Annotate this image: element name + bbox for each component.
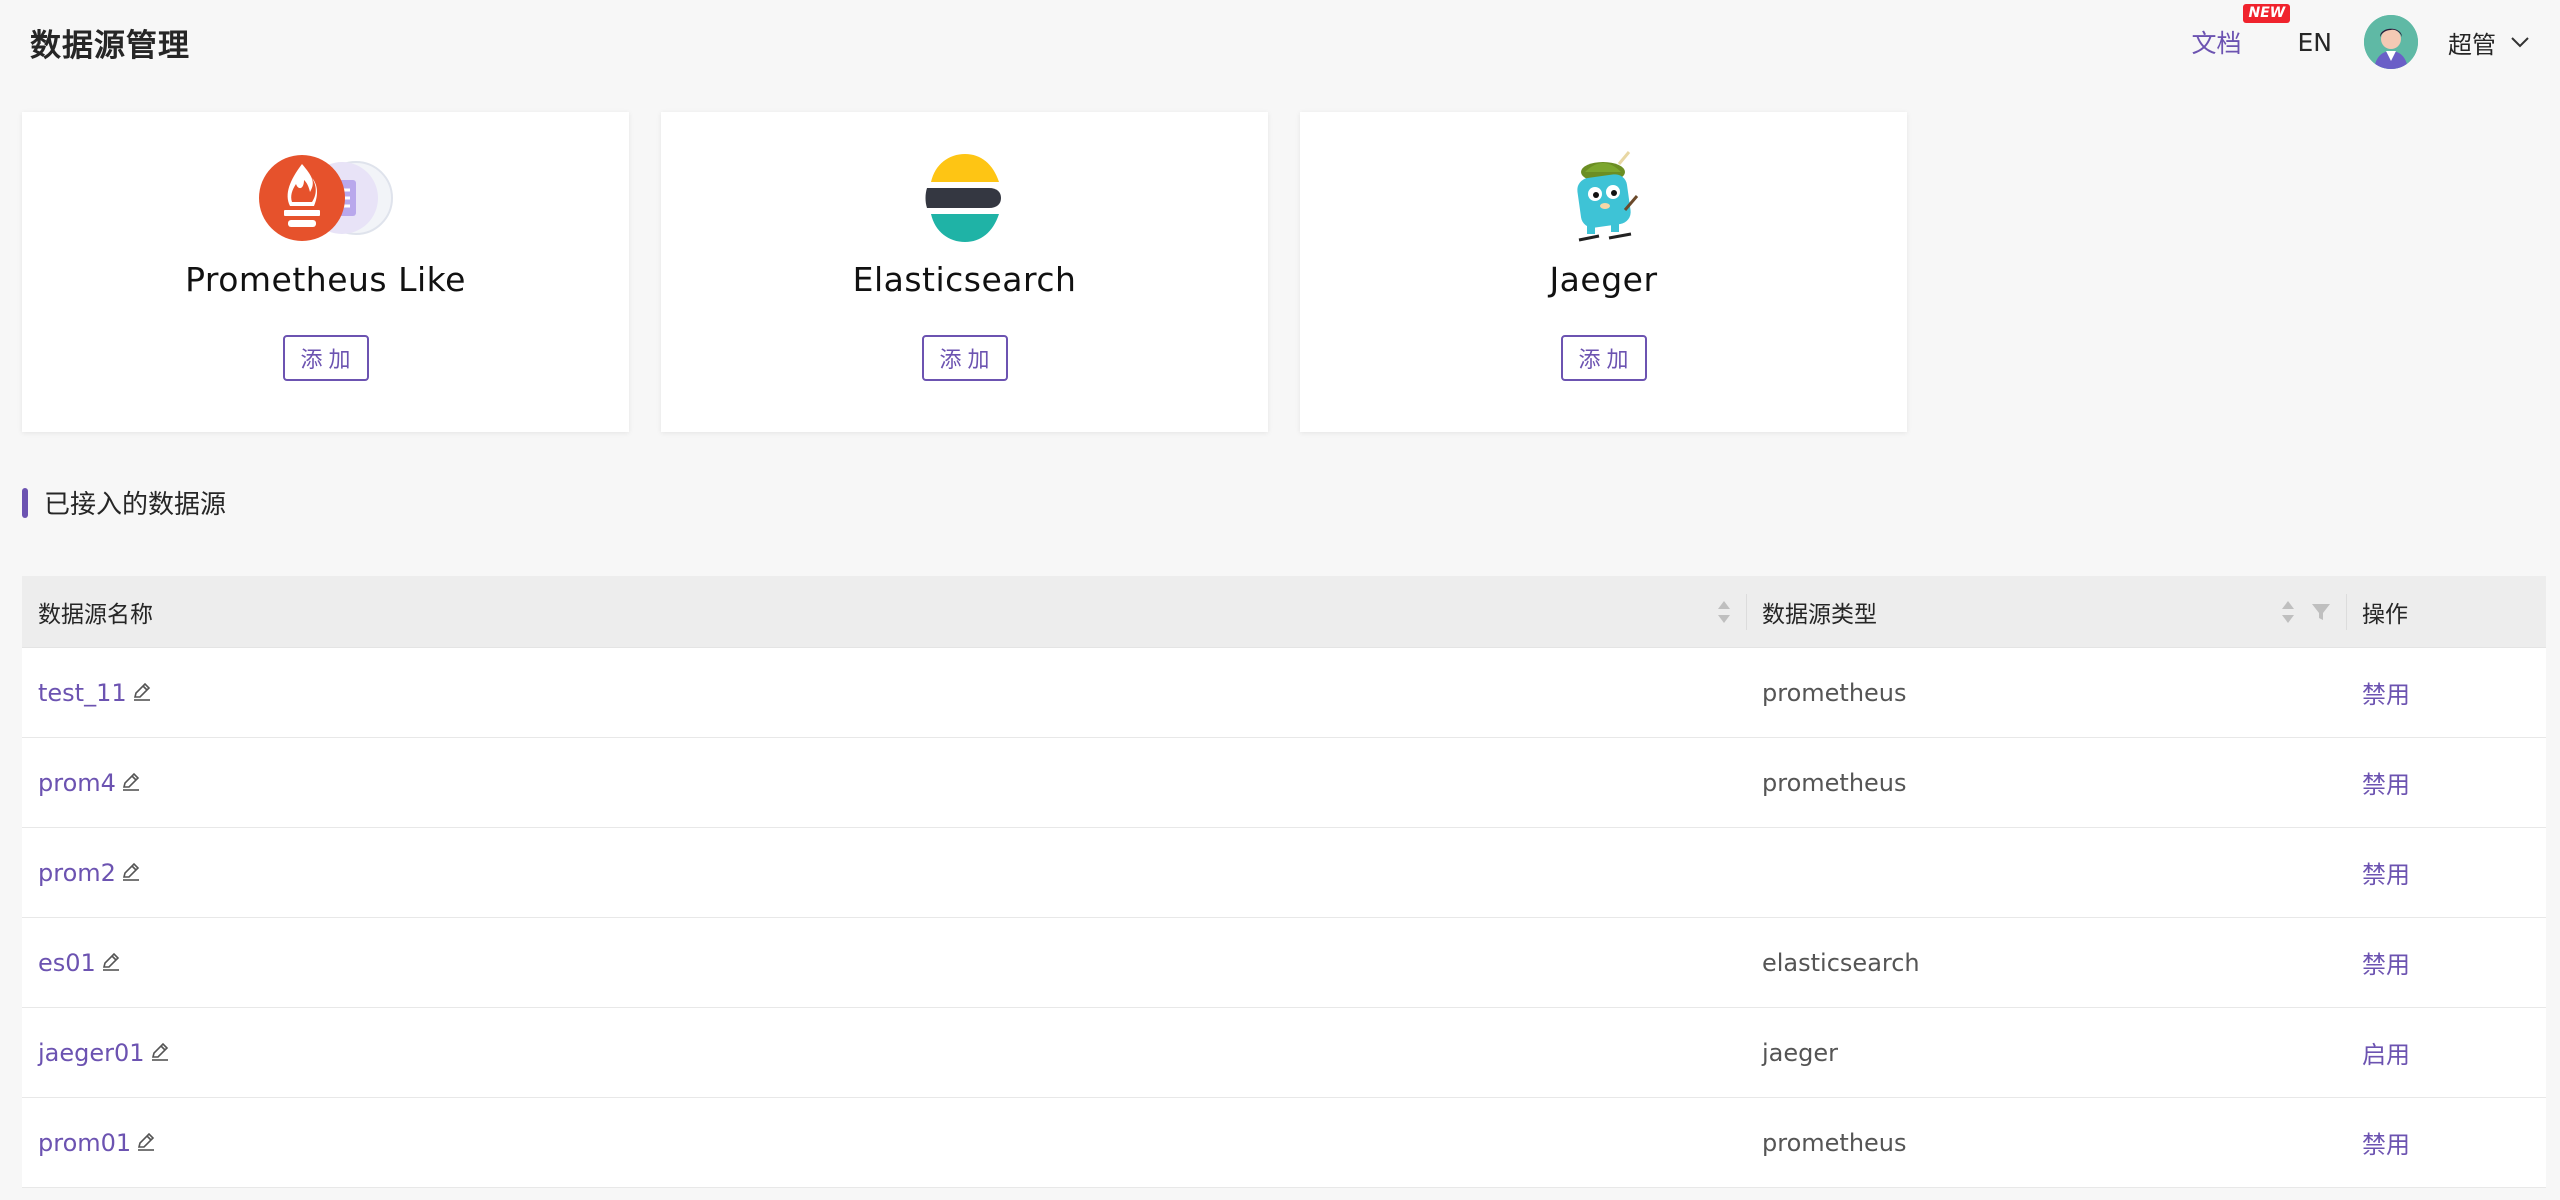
user-name[interactable]: 超管 [2448, 25, 2496, 60]
toggle-action-link[interactable]: 禁用 [2362, 1131, 2410, 1159]
table-row: es01 elasticsearch 禁用 [22, 918, 2546, 1008]
card-title: Jaeger [1549, 260, 1658, 299]
column-header-name[interactable]: 数据源名称 [22, 576, 1746, 647]
datasource-type-cards: Prometheus Like 添加 Elasticsearch 添加 Jaeg… [22, 112, 1907, 432]
elasticsearch-logo [917, 150, 1013, 246]
toggle-action-link[interactable]: 启用 [2362, 1041, 2410, 1069]
datasource-name-link[interactable]: prom2 [38, 859, 116, 887]
datasource-type: prometheus [1762, 768, 1907, 797]
card-title: Elasticsearch [852, 260, 1077, 299]
table-row: prom2 禁用 [22, 828, 2546, 918]
column-header-label: 数据源名称 [38, 601, 153, 628]
edit-icon[interactable] [149, 1040, 171, 1062]
add-prometheus-button[interactable]: 添加 [282, 335, 369, 381]
toggle-action-link[interactable]: 禁用 [2362, 771, 2410, 799]
section-heading: 已接入的数据源 [22, 484, 226, 521]
toggle-action-link[interactable]: 禁用 [2362, 861, 2410, 889]
datasource-name-link[interactable]: es01 [38, 949, 96, 977]
table-row: prom4 prometheus 禁用 [22, 738, 2546, 828]
new-badge: NEW [2243, 4, 2291, 23]
datasource-name-link[interactable]: prom01 [38, 1129, 131, 1157]
column-header-label: 操作 [2362, 601, 2408, 628]
table-row: prom01 prometheus 禁用 [22, 1098, 2546, 1188]
avatar[interactable] [2364, 15, 2418, 69]
section-accent-bar [22, 487, 28, 518]
sort-icon[interactable] [1716, 598, 1732, 626]
datasource-type: prometheus [1762, 1128, 1907, 1157]
datasource-name-link[interactable]: prom4 [38, 769, 116, 797]
column-header-type[interactable]: 数据源类型 [1746, 576, 2346, 647]
toggle-action-link[interactable]: 禁用 [2362, 951, 2410, 979]
column-divider [1746, 594, 1747, 630]
column-divider [2346, 594, 2347, 630]
card-prometheus: Prometheus Like 添加 [22, 112, 629, 432]
card-title: Prometheus Like [185, 260, 466, 299]
column-header-action: 操作 [2346, 576, 2546, 647]
table-row: test_11 prometheus 禁用 [22, 648, 2546, 738]
datasource-type: prometheus [1762, 678, 1907, 707]
toggle-action-link[interactable]: 禁用 [2362, 681, 2410, 709]
edit-icon[interactable] [120, 860, 142, 882]
avatar-icon [2364, 15, 2418, 69]
edit-icon[interactable] [135, 1130, 157, 1152]
prometheus-logo [246, 150, 406, 246]
docs-link[interactable]: 文档 NEW [2191, 4, 2291, 60]
table-header: 数据源名称 数据源类型 操作 [22, 576, 2546, 648]
edit-icon[interactable] [120, 770, 142, 792]
chevron-down-icon[interactable] [2510, 36, 2530, 48]
datasource-table: 数据源名称 数据源类型 操作 test_11 prometheus 禁用 pro… [22, 576, 2546, 1188]
filter-icon[interactable] [2310, 601, 2332, 623]
column-header-label: 数据源类型 [1762, 601, 1877, 628]
datasource-name-link[interactable]: jaeger01 [38, 1039, 145, 1067]
add-elasticsearch-button[interactable]: 添加 [921, 335, 1008, 381]
card-elasticsearch: Elasticsearch 添加 [661, 112, 1268, 432]
header-actions: 文档 NEW EN 超管 [2191, 0, 2530, 84]
datasource-type: jaeger [1762, 1038, 1839, 1067]
edit-icon[interactable] [131, 680, 153, 702]
card-jaeger: Jaeger 添加 [1300, 112, 1907, 432]
sort-icon[interactable] [2280, 598, 2296, 626]
datasource-type: elasticsearch [1762, 948, 1920, 977]
section-title: 已接入的数据源 [44, 490, 227, 520]
edit-icon[interactable] [100, 950, 122, 972]
page-title: 数据源管理 [30, 27, 190, 64]
docs-label: 文档 [2191, 29, 2242, 58]
table-row: jaeger01 jaeger 启用 [22, 1008, 2546, 1098]
jaeger-logo [1559, 150, 1649, 246]
language-switch[interactable]: EN [2298, 28, 2333, 57]
add-jaeger-button[interactable]: 添加 [1560, 335, 1647, 381]
top-header: 数据源管理 文档 NEW EN 超管 [0, 0, 2560, 84]
datasource-name-link[interactable]: test_11 [38, 679, 127, 707]
